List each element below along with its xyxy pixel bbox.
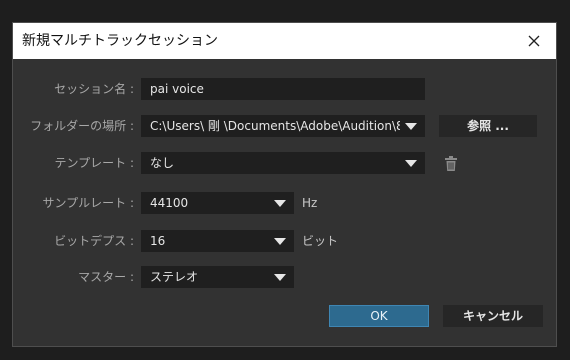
- chevron-down-icon: [405, 123, 417, 130]
- title-bar: 新規マルチトラックセッション: [13, 23, 556, 59]
- close-icon: [528, 35, 540, 47]
- bit-depth-dropdown[interactable]: 16: [141, 230, 294, 252]
- sample-rate-value: 44100: [150, 196, 189, 210]
- template-dropdown[interactable]: なし: [141, 152, 425, 174]
- folder-location-value: C:\Users\ 剛 \Documents\Adobe\Audition\8: [150, 119, 400, 133]
- template-value: なし: [150, 156, 175, 170]
- folder-location-dropdown[interactable]: C:\Users\ 剛 \Documents\Adobe\Audition\8: [141, 115, 425, 137]
- session-name-input[interactable]: pai voice: [141, 78, 425, 100]
- sample-rate-dropdown[interactable]: 44100: [141, 192, 294, 214]
- chevron-down-icon: [274, 274, 286, 281]
- folder-location-label: フォルダーの場所 :: [30, 119, 134, 133]
- bit-depth-label: ビットデプス :: [54, 234, 134, 248]
- close-button[interactable]: [512, 23, 556, 59]
- cancel-button[interactable]: キャンセル: [443, 305, 543, 327]
- master-label: マスター :: [78, 270, 134, 284]
- session-name-value: pai voice: [150, 82, 204, 96]
- master-value: ステレオ: [150, 270, 199, 284]
- browse-button[interactable]: 参照 ...: [439, 115, 537, 137]
- ok-button[interactable]: OK: [329, 305, 429, 327]
- chevron-down-icon: [274, 238, 286, 245]
- bit-depth-unit: ビット: [302, 234, 339, 248]
- sample-rate-label: サンプルレート :: [42, 196, 135, 210]
- trash-icon[interactable]: [443, 155, 459, 172]
- bit-depth-value: 16: [150, 234, 166, 248]
- dialog-title: 新規マルチトラックセッション: [22, 33, 218, 49]
- template-label: テンプレート :: [54, 156, 135, 170]
- session-name-label: セッション名 :: [54, 82, 134, 96]
- chevron-down-icon: [405, 160, 417, 167]
- master-dropdown[interactable]: ステレオ: [141, 266, 294, 288]
- sample-rate-unit: Hz: [302, 196, 318, 210]
- chevron-down-icon: [274, 200, 286, 207]
- new-multitrack-session-dialog: 新規マルチトラックセッション セッション名 : pai voice フォルダーの…: [12, 22, 557, 347]
